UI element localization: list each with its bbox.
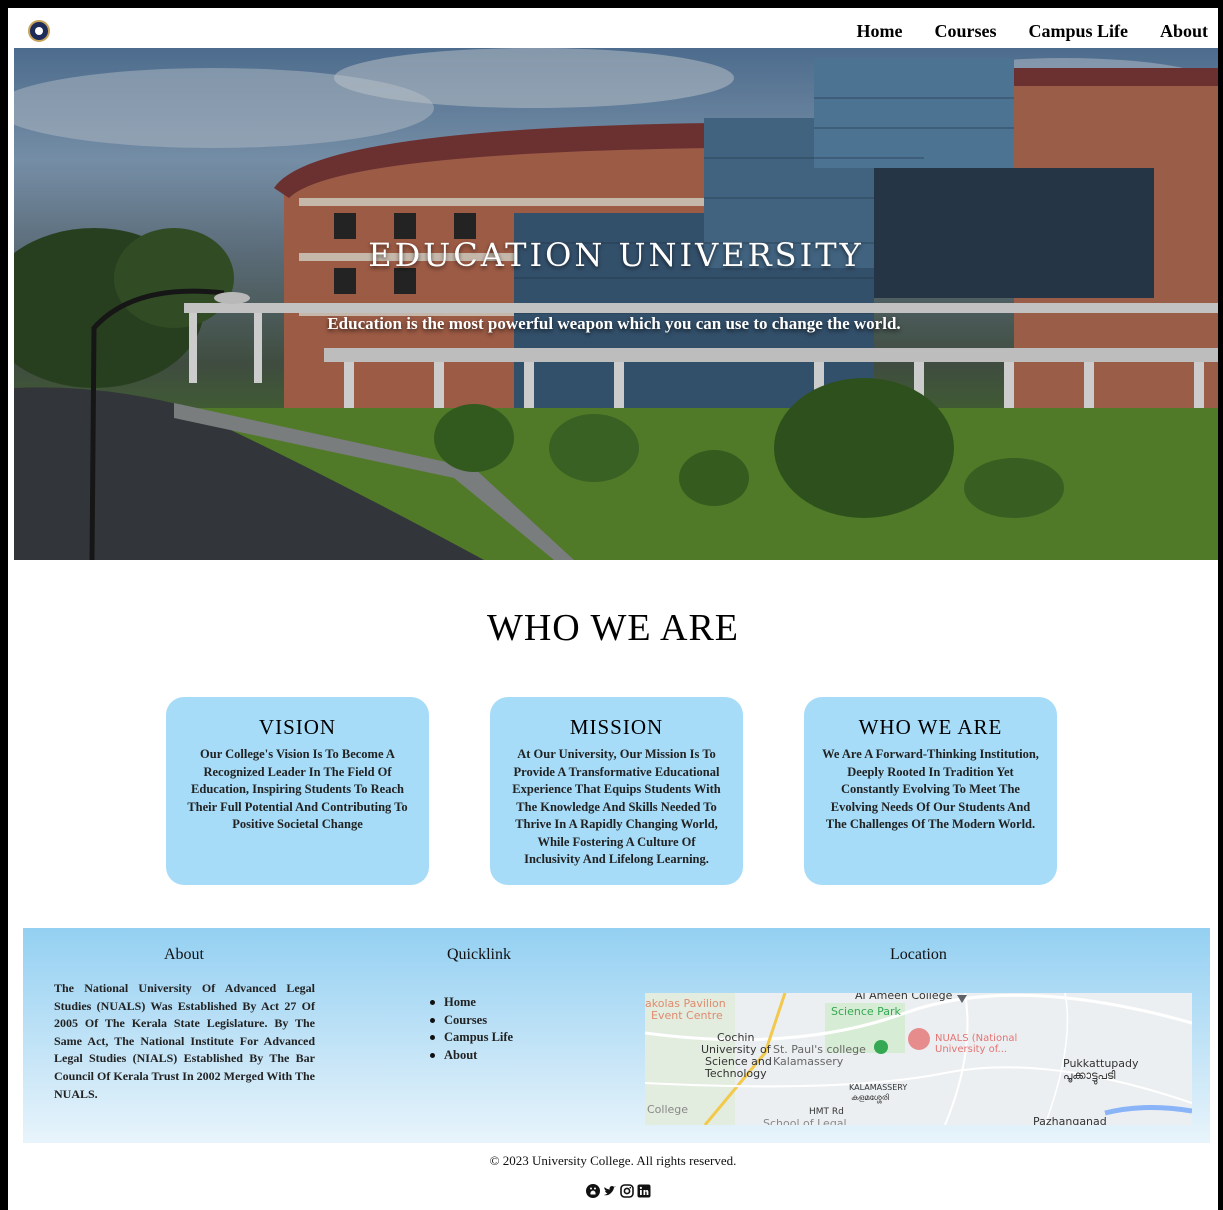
nav-about[interactable]: About xyxy=(1160,21,1208,42)
hero-title: EDUCATION UNIVERSITY xyxy=(368,236,864,274)
instagram-icon[interactable] xyxy=(620,1183,634,1198)
footer-link-campus-life[interactable]: Campus Life xyxy=(428,1029,513,1047)
map-label: Technology xyxy=(705,1067,767,1080)
mission-card: MISSION At Our University, Our Mission I… xyxy=(490,697,743,885)
nav-home[interactable]: Home xyxy=(856,21,902,42)
nav-courses[interactable]: Courses xyxy=(934,21,996,42)
university-logo-icon[interactable] xyxy=(28,20,50,42)
vision-card: VISION Our College's Vision Is To Become… xyxy=(166,697,429,885)
footer-link-about[interactable]: About xyxy=(428,1047,513,1065)
footer-about-text: The National University Of Advanced Lega… xyxy=(54,981,315,1101)
footer-quicklink-heading: Quicklink xyxy=(447,946,511,963)
footer-link-courses[interactable]: Courses xyxy=(428,1012,513,1030)
social-links xyxy=(586,1183,651,1198)
copyright-text: © 2023 University College. All rights re… xyxy=(489,1153,737,1168)
nav-campus-life[interactable]: Campus Life xyxy=(1028,21,1128,42)
card-title: WHO WE ARE xyxy=(858,715,1003,739)
linkedin-icon[interactable] xyxy=(637,1183,651,1198)
location-map[interactable]: Al Ameen College akolas Pavilion Event C… xyxy=(645,993,1192,1125)
top-nav: Home Courses Campus Life About xyxy=(8,8,1218,48)
nav-links: Home Courses Campus Life About xyxy=(856,21,1208,42)
map-label: Al Ameen College xyxy=(855,993,953,1002)
footer-location-heading: Location xyxy=(890,946,947,963)
twitter-icon[interactable] xyxy=(603,1183,617,1197)
hero-subtitle: Education is the most powerful weapon wh… xyxy=(327,314,901,333)
card-title: MISSION xyxy=(569,715,664,739)
card-text: Our College's Vision Is To Become A Reco… xyxy=(187,747,408,831)
footer-quicklinks: Home Courses Campus Life About xyxy=(428,994,513,1064)
footer-about-heading: About xyxy=(164,946,204,963)
map-label: Pazhanganad xyxy=(1033,1115,1107,1125)
card-text: At Our University, Our Mission Is To Pro… xyxy=(512,747,721,866)
map-label: College xyxy=(647,1103,689,1116)
section-title: WHO WE ARE xyxy=(486,607,740,649)
map-label: കളമശ്ശേരി xyxy=(851,1093,889,1102)
map-label: HMT Rd xyxy=(809,1107,844,1117)
map-label: Science Park xyxy=(831,1005,901,1018)
github-icon[interactable] xyxy=(586,1183,600,1198)
card-title: VISION xyxy=(258,715,337,739)
map-label: KALAMASSERY xyxy=(849,1083,908,1092)
map-label: School of Legal xyxy=(763,1117,847,1125)
map-label: NUALS (National University of... xyxy=(935,1033,1018,1055)
map-label: പൂക്കാട്ടുപടി xyxy=(1063,1069,1116,1082)
footer-link-home[interactable]: Home xyxy=(428,994,513,1012)
hero-banner: EDUCATION UNIVERSITY Education is the mo… xyxy=(14,48,1218,560)
card-text: We Are A Forward-Thinking Institution, D… xyxy=(822,747,1039,831)
footer: About The National University Of Advance… xyxy=(23,928,1210,1143)
campus-photo-illustration xyxy=(14,48,1218,560)
map-label: Kalamassery xyxy=(773,1055,844,1068)
map-label: Event Centre xyxy=(651,1009,723,1022)
page: Home Courses Campus Life About EDUCATION… xyxy=(8,8,1218,1210)
who-we-are-card: WHO WE ARE We Are A Forward-Thinking Ins… xyxy=(804,697,1057,885)
